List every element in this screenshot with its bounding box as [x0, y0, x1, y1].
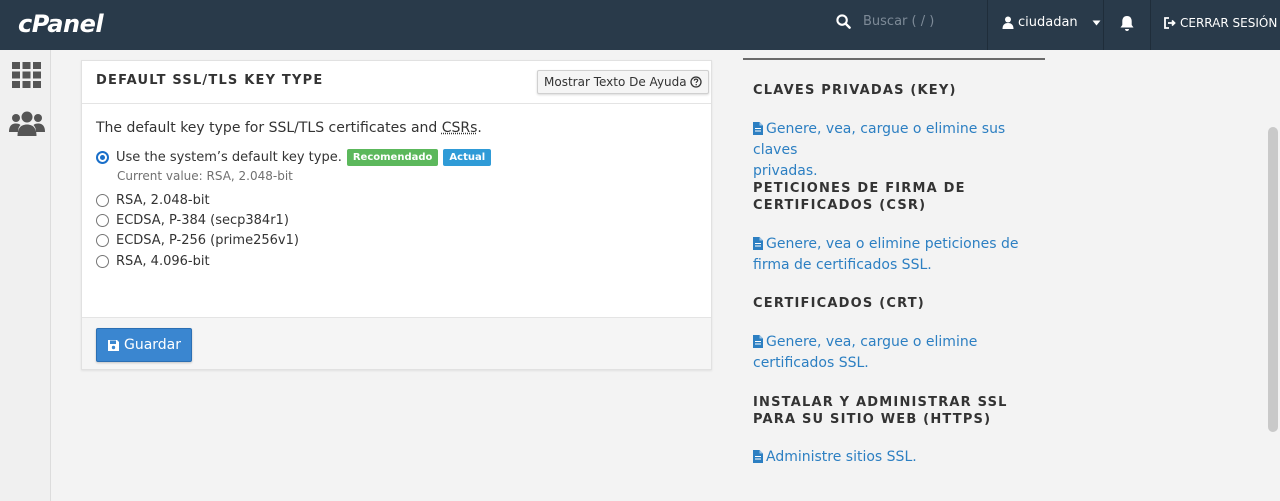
- link-certificates[interactable]: Genere, vea, cargue o elimine certificado…: [753, 332, 977, 374]
- navbar-divider: [1103, 0, 1104, 50]
- option-label: Use the system’s default key type.: [116, 150, 342, 165]
- section-title-certificates: CERTIFICADOS (CRT): [753, 296, 925, 311]
- document-icon: [753, 122, 763, 135]
- option-label: ECDSA, P-384 (secp384r1): [116, 213, 289, 228]
- username-label: ciudadan: [1018, 15, 1078, 30]
- option-label: ECDSA, P-256 (prime256v1): [116, 233, 299, 248]
- radio-ecdsa-p384[interactable]: [96, 214, 109, 227]
- option-rsa-4096[interactable]: RSA, 4.096-bit: [96, 254, 210, 269]
- navbar-divider: [1150, 0, 1151, 50]
- question-circle-icon: [689, 76, 702, 88]
- panel-intro-text: The default key type for SSL/TLS certifi…: [96, 120, 482, 136]
- document-icon: [753, 237, 763, 250]
- save-label: Guardar: [123, 337, 182, 353]
- search-input[interactable]: Buscar ( / ): [863, 14, 934, 29]
- logout-link[interactable]: CERRAR SESIÓN: [1163, 16, 1277, 30]
- sidebar-top-rule: [743, 58, 1045, 60]
- chevron-down-icon: [1092, 20, 1101, 25]
- radio-ecdsa-p256[interactable]: [96, 234, 109, 247]
- current-badge: Actual: [443, 149, 492, 166]
- document-icon: [753, 335, 763, 348]
- cpanel-logo[interactable]: cPanel: [18, 10, 104, 38]
- section-title-csr: PETICIONES DE FIRMA DE CERTIFICADOS (CSR): [753, 181, 966, 213]
- bell-icon[interactable]: [1119, 15, 1135, 32]
- intro-period: .: [477, 120, 482, 136]
- panel-divider: [82, 103, 711, 104]
- csr-abbreviation: CSRs: [441, 120, 478, 136]
- show-help-label: Mostrar Texto De Ayuda: [544, 75, 687, 89]
- recommended-badge: Recomendado: [346, 149, 439, 166]
- logout-icon: [1164, 17, 1176, 29]
- default-key-type-panel: DEFAULT SSL/TLS KEY TYPE Mostrar Texto D…: [81, 60, 712, 370]
- users-icon[interactable]: [9, 110, 45, 136]
- search-icon[interactable]: [836, 14, 851, 29]
- option-system-default[interactable]: Use the system’s default key type. Recom…: [96, 149, 492, 166]
- option-ecdsa-p256[interactable]: ECDSA, P-256 (prime256v1): [96, 233, 299, 248]
- link-private-keys[interactable]: Genere, vea, cargue o elimine sus claves…: [753, 119, 1045, 182]
- option-label: RSA, 4.096-bit: [116, 254, 210, 269]
- logout-label: CERRAR SESIÓN: [1180, 16, 1278, 30]
- panel-title: DEFAULT SSL/TLS KEY TYPE: [96, 73, 324, 88]
- radio-system-default[interactable]: [96, 151, 109, 164]
- save-button[interactable]: Guardar: [96, 328, 192, 362]
- navbar-divider: [987, 0, 988, 50]
- link-csr[interactable]: Genere, vea o elimine peticiones de firma…: [753, 234, 1018, 276]
- section-title-private-keys: CLAVES PRIVADAS (KEY): [753, 83, 957, 98]
- intro-text: The default key type for SSL/TLS certifi…: [96, 120, 442, 136]
- link-manage-ssl-sites[interactable]: Administre sitios SSL.: [753, 447, 917, 468]
- panel-footer: Guardar: [82, 317, 711, 369]
- radio-rsa-2048[interactable]: [96, 194, 109, 207]
- user-menu[interactable]: ciudadan: [1002, 15, 1101, 30]
- search-box[interactable]: Buscar ( / ): [836, 14, 934, 29]
- user-icon: [1002, 16, 1014, 29]
- page-scrollbar[interactable]: [1268, 127, 1278, 432]
- current-value-text: Current value: RSA, 2.048-bit: [117, 169, 293, 183]
- show-help-button[interactable]: Mostrar Texto De Ayuda: [537, 70, 709, 94]
- top-navbar: cPanel Buscar ( / ) ciudadan CERRAR SESI…: [0, 0, 1280, 50]
- save-icon: [107, 339, 119, 351]
- option-label: RSA, 2.048-bit: [116, 193, 210, 208]
- option-ecdsa-p384[interactable]: ECDSA, P-384 (secp384r1): [96, 213, 289, 228]
- document-icon: [753, 450, 763, 463]
- radio-rsa-4096[interactable]: [96, 255, 109, 268]
- section-title-install-ssl: INSTALAR Y ADMINISTRAR SSL PARA SU SITIO …: [753, 395, 1008, 427]
- apps-grid-icon[interactable]: [12, 62, 41, 88]
- left-sidebar: [0, 50, 51, 501]
- option-rsa-2048[interactable]: RSA, 2.048-bit: [96, 193, 210, 208]
